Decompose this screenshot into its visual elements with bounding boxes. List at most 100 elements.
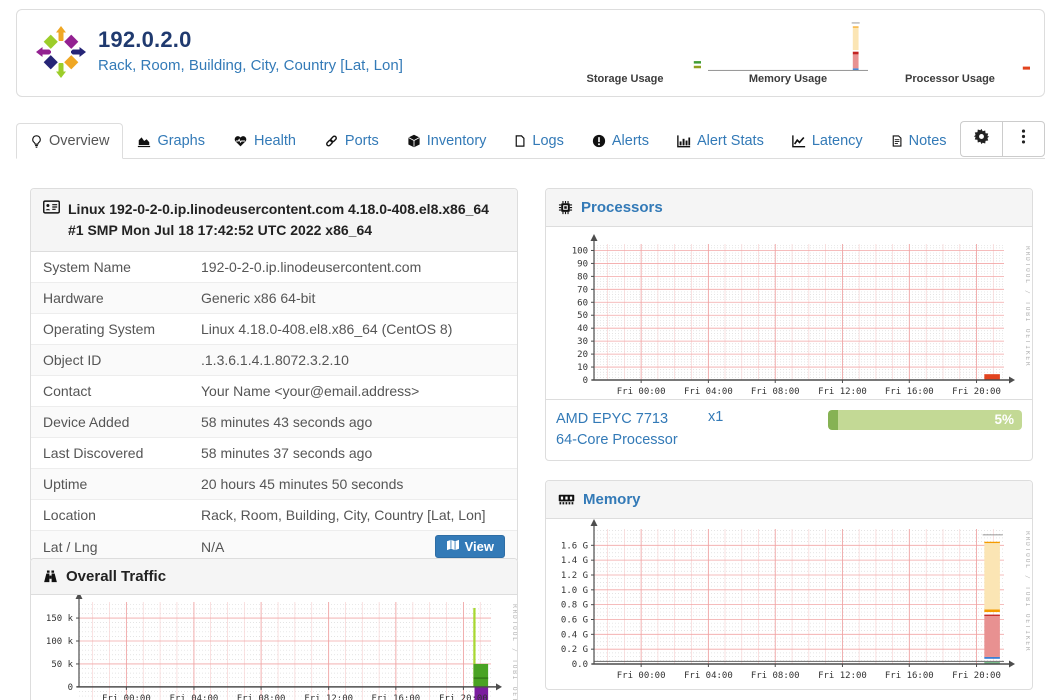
table-row: Contact Your Name <your@email.address> [31,375,517,406]
row-value: Your Name <your@email.address> [201,383,420,399]
memory-graph[interactable]: 0.0 0.2 G 0.4 G 0.6 G 0.8 G 1.0 G 1.2 G 1.4 G 1.… [546,519,1030,689]
table-row: Last Discovered 58 minutes 37 seconds ago [31,437,517,468]
svg-text:Fri 08:00: Fri 08:00 [751,387,800,397]
overall-traffic-graph[interactable]: 0 50 k 100 k 150 k Fri 00:00 Fri 04:00 Fri 08:… [31,595,517,700]
svg-text:Fri 16:00: Fri 16:00 [885,387,934,397]
area-chart-icon [137,134,151,148]
row-label: Location [43,507,96,523]
mini-memory-graph [708,22,868,71]
tab-latency[interactable]: Latency [778,123,877,159]
kebab-icon [1021,128,1026,150]
tab-overview[interactable]: Overview [16,123,124,159]
table-row: Operating System Linux 4.18.0-408.el8.x86… [31,313,517,344]
row-label: Uptime [43,476,88,492]
page: 192.0.2.0 Rack, Room, Building, City, Co… [0,0,1061,700]
svg-text:50 k: 50 k [51,660,73,670]
svg-text:Fri 04:00: Fri 04:00 [170,694,219,700]
tabs: Overview Graphs Health Ports Inventory Logs Al… [16,123,961,159]
svg-text:RRDTOOL / TOBI OETIKER: RRDTOOL / TOBI OETIKER [511,604,517,700]
row-label: System Name [43,259,131,275]
overall-traffic-title: Overall Traffic [66,568,167,585]
row-value: 58 minutes 43 seconds ago [201,414,373,430]
cpu-usage-bar: 5% [828,410,1022,430]
exclamation-circle-icon [592,134,606,148]
processors-title: Processors [581,199,663,216]
svg-text:Fri 08:00: Fri 08:00 [237,694,286,700]
mini-memory-block[interactable]: Memory Usage [708,16,868,88]
microchip-icon [558,200,573,215]
device-info-table: System Name 192-0-2-0.ip.linodeuserconten… [31,252,517,562]
centos-logo [36,24,86,80]
device-header-card: 192.0.2.0 Rack, Room, Building, City, Co… [16,9,1045,97]
tab-label: Ports [344,133,379,149]
tab-graphs[interactable]: Graphs [123,123,219,159]
more-menu-button[interactable] [1002,121,1045,157]
svg-text:1.0 G: 1.0 G [561,586,588,596]
tab-alerts[interactable]: Alerts [578,123,663,159]
processors-panel: Processors 0 10 20 30 40 50 60 70 80 90 100 Fri 00:… [545,188,1033,462]
svg-text:30: 30 [577,337,588,347]
svg-text:Fri 16:00: Fri 16:00 [885,671,934,681]
mini-storage-block[interactable]: Storage Usage [545,16,705,88]
device-tabbar: Overview Graphs Health Ports Inventory Logs Al… [16,119,1045,159]
mini-storage-label: Storage Usage [586,73,664,85]
svg-text:150 k: 150 k [46,614,74,624]
cpu-count: x1 [708,409,724,425]
row-label: Hardware [43,290,104,306]
device-location-link[interactable]: Rack, Room, Building, City, Country [Lat… [98,57,403,74]
note-icon [891,134,903,148]
tab-label: Overview [49,133,110,149]
svg-text:RRDTOOL / TOBI OETIKER: RRDTOOL / TOBI OETIKER [1024,246,1030,367]
row-label: Contact [43,383,92,399]
map-icon [446,539,460,554]
tab-label: Notes [908,133,947,149]
memory-panel: Memory 0.0 0.2 G 0.4 G 0.6 G 0.8 G 1.0 G 1.2 G… [545,480,1033,690]
svg-text:80: 80 [577,272,588,282]
svg-text:Fri 00:00: Fri 00:00 [617,671,666,681]
row-value: .1.3.6.1.4.1.8072.3.2.10 [201,352,349,368]
tab-label: Alert Stats [696,133,764,149]
svg-text:100 k: 100 k [46,637,74,647]
lightbulb-icon [30,134,43,149]
svg-text:0.6 G: 0.6 G [561,615,588,625]
svg-text:Fri 12:00: Fri 12:00 [818,387,867,397]
memory-title: Memory [583,491,641,508]
row-value: 20 hours 45 minutes 50 seconds [201,476,404,492]
svg-text:Fri 08:00: Fri 08:00 [751,671,800,681]
settings-button[interactable] [960,121,1002,157]
svg-text:60: 60 [577,298,588,308]
svg-text:100: 100 [572,246,588,256]
svg-text:0.8 G: 0.8 G [561,601,588,611]
processors-graph[interactable]: 0 10 20 30 40 50 60 70 80 90 100 Fri 00:00 Fri 04:00… [546,227,1030,399]
file-icon [514,134,526,148]
heartbeat-icon [233,134,248,148]
tab-inventory[interactable]: Inventory [393,123,501,159]
view-location-button[interactable]: View [434,535,505,558]
svg-text:Fri 12:00: Fri 12:00 [818,671,867,681]
tab-alert-stats[interactable]: Alert Stats [663,123,778,159]
tab-logs[interactable]: Logs [500,123,577,159]
mini-processor-graph [1022,66,1030,70]
svg-text:Fri 20:00: Fri 20:00 [952,671,1001,681]
svg-text:1.2 G: 1.2 G [561,571,588,581]
device-info-header: Linux 192-0-2-0.ip.linodeusercontent.com… [31,189,517,252]
svg-text:20: 20 [577,350,588,360]
mini-processor-label: Processor Usage [905,73,995,85]
mini-processor-block[interactable]: Processor Usage [870,16,1030,88]
bar-chart-icon [677,134,691,148]
svg-text:1.4 G: 1.4 G [561,556,588,566]
tab-label: Inventory [426,133,487,149]
tab-ports[interactable]: Ports [310,123,393,159]
memory-icon [558,492,575,506]
cpu-name-link[interactable]: AMD EPYC 7713 64-Core Processor [556,409,708,451]
link-icon [324,134,339,148]
device-actions-group [960,121,1045,157]
svg-text:Fri 00:00: Fri 00:00 [102,694,151,700]
row-label: Lat / Lng [43,538,98,555]
svg-text:RRDTOOL / TOBI OETIKER: RRDTOOL / TOBI OETIKER [1024,531,1030,652]
tab-health[interactable]: Health [219,123,310,159]
tab-notes[interactable]: Notes [877,123,961,159]
table-row: Device Added 58 minutes 43 seconds ago [31,406,517,437]
line-chart-icon [792,134,806,148]
row-value: N/A [201,538,225,555]
